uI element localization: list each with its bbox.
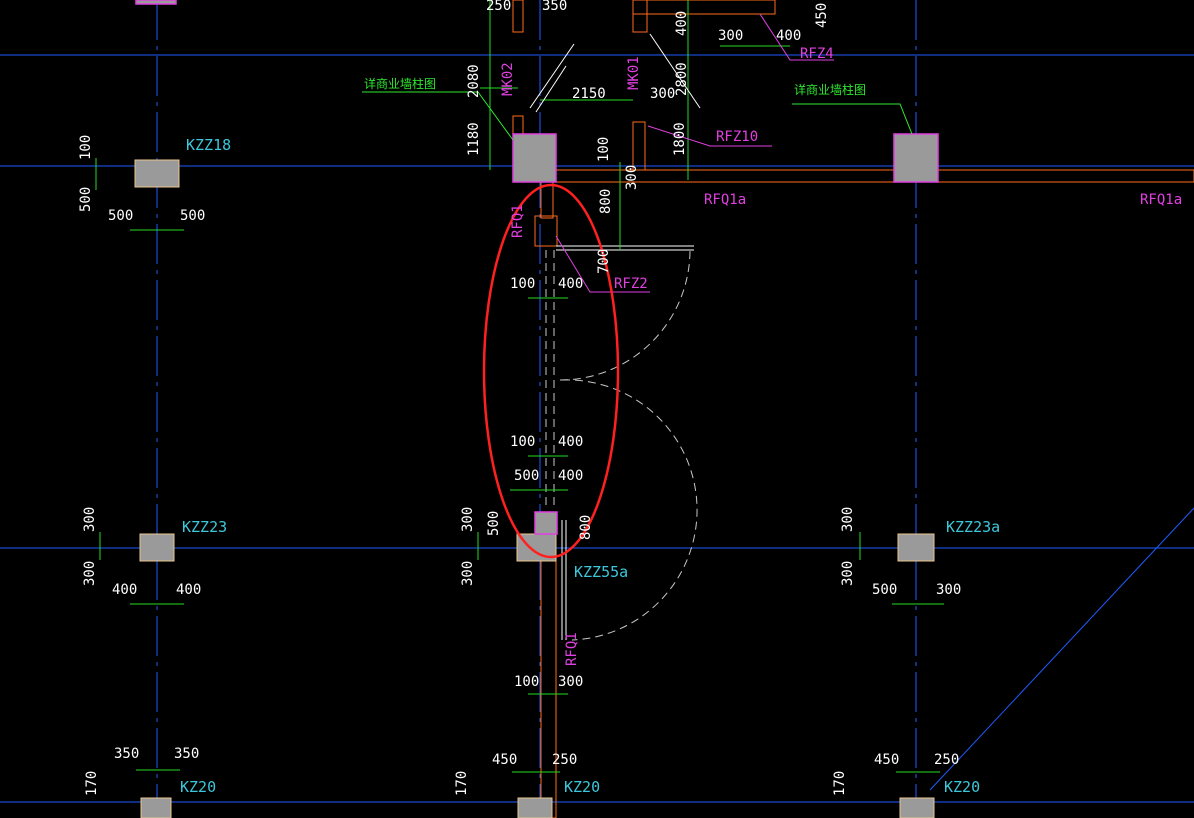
dim-text-350-top: 350 xyxy=(542,0,567,14)
walls xyxy=(512,0,1194,818)
dim-text-100-upper: 100 xyxy=(510,276,535,292)
dim-text-300-kzz23a-bottom: 300 xyxy=(840,561,856,586)
axis-grid xyxy=(0,0,1194,818)
dim-text-300-vert: 300 xyxy=(624,165,640,190)
axis-line-diagonal xyxy=(929,507,1194,791)
column-kz20-right xyxy=(899,797,935,818)
column-kz20-left xyxy=(140,797,172,818)
label-rfq1-upper: RFQ1 xyxy=(510,204,526,238)
dim-text-300-kzz55a-bottom: 300 xyxy=(460,561,476,586)
dim-text-700: 700 xyxy=(596,249,612,274)
dim-text-2800: 2800 xyxy=(674,62,690,96)
dim-text-1800: 1800 xyxy=(672,122,688,156)
cad-drawing-canvas[interactable]: KZZ18 KZZ23 KZZ23a KZZ55a KZ20 KZ20 KZ20… xyxy=(0,0,1194,818)
dim-text-500-kzz23a: 500 xyxy=(872,582,897,598)
column-top-center xyxy=(512,133,557,183)
dim-text-300-kzz23a: 300 xyxy=(936,582,961,598)
break-line-1 xyxy=(529,43,575,109)
highlight-ellipse xyxy=(482,183,620,559)
wall-top-right xyxy=(632,0,776,15)
column-top-right xyxy=(893,133,939,183)
dim-text-2080: 2080 xyxy=(466,64,482,98)
dim-text-500-kzz18-left: 500 xyxy=(108,208,133,224)
label-rfq1a-center: RFQ1a xyxy=(704,192,746,208)
dim-text-300-lower: 300 xyxy=(558,674,583,690)
label-mk01: MK01 xyxy=(626,56,642,90)
door-arc-lower xyxy=(561,379,698,641)
dim-text-500-mid: 500 xyxy=(514,468,539,484)
notes: 详商业墙柱图 详商业墙柱图 xyxy=(364,76,866,97)
dim-text-300-top: 300 xyxy=(718,28,743,44)
door-arc-upper xyxy=(559,249,691,381)
column-kzz23 xyxy=(139,533,175,562)
column-kzz18 xyxy=(134,159,180,188)
column-kz20-center xyxy=(517,797,553,818)
dim-text-1180: 1180 xyxy=(466,122,482,156)
column-labels: KZZ18 KZZ23 KZZ23a KZZ55a KZ20 KZ20 KZ20 xyxy=(180,136,1000,796)
label-kzz55a: KZZ55a xyxy=(574,563,628,581)
dim-text-2150: 2150 xyxy=(572,86,606,102)
wall-top-left-stub xyxy=(512,0,524,33)
dim-text-300-kzz23-top: 300 xyxy=(82,507,98,532)
dim-text-400-top: 400 xyxy=(776,28,801,44)
wall-rfq1a-horizontal xyxy=(555,169,1194,183)
wall-rfz10-stub xyxy=(632,121,646,171)
dim-text-400-kzz23-right: 400 xyxy=(176,582,201,598)
label-rfq1a-right: RFQ1a xyxy=(1140,192,1182,208)
dim-text-250-kz20-right: 250 xyxy=(934,752,959,768)
label-kzz23: KZZ23 xyxy=(182,518,227,536)
dim-text-100-right: 100 xyxy=(596,137,612,162)
dim-text-250-top: 250 xyxy=(486,0,511,14)
dim-text-500-vert-center: 500 xyxy=(486,511,502,536)
dim-text-100-kzz18: 100 xyxy=(78,135,94,160)
dim-text-300-mid: 300 xyxy=(650,86,675,102)
columns xyxy=(134,0,939,818)
label-kz20-center: KZ20 xyxy=(564,778,600,796)
dim-text-800-lower: 800 xyxy=(578,515,594,540)
wall-rfq1-vertical xyxy=(540,555,557,818)
label-rfz10: RFZ10 xyxy=(716,129,758,145)
label-mk02: MK02 xyxy=(500,62,516,96)
dim-text-800: 800 xyxy=(598,189,614,214)
dim-text-450-kz20-center: 450 xyxy=(492,752,517,768)
column-kzz23a xyxy=(897,533,935,562)
dim-text-100-lower: 100 xyxy=(514,674,539,690)
column-top-left-partial xyxy=(135,0,177,5)
dim-text-170-left: 170 xyxy=(84,771,100,796)
label-kz20-right: KZ20 xyxy=(944,778,980,796)
column-small-center xyxy=(534,511,558,535)
dim-text-450-top: 450 xyxy=(814,3,830,28)
label-rfz4: RFZ4 xyxy=(800,46,834,62)
dim-text-300-kzz23-bottom: 300 xyxy=(82,561,98,586)
label-kzz23a: KZZ23a xyxy=(946,518,1000,536)
label-rfz2: RFZ2 xyxy=(614,276,648,292)
dim-text-400-upper: 400 xyxy=(558,276,583,292)
dimension-texts: 250 350 400 300 400 450 2080 2150 300 28… xyxy=(78,0,961,796)
column-rfz2 xyxy=(534,215,558,247)
dim-text-400-kzz23-left: 400 xyxy=(112,582,137,598)
dim-text-400-mid2: 400 xyxy=(558,468,583,484)
dim-text-500-kzz18-vert: 500 xyxy=(78,187,94,212)
dim-text-500-kzz18-right: 500 xyxy=(180,208,205,224)
dim-text-250-kz20-center: 250 xyxy=(552,752,577,768)
dim-text-170-right: 170 xyxy=(832,771,848,796)
dim-text-400-mid: 400 xyxy=(558,434,583,450)
label-kzz18: KZZ18 xyxy=(186,136,231,154)
wall-mk02-stub xyxy=(512,115,524,137)
dim-text-450-kz20-right: 450 xyxy=(874,752,899,768)
dim-text-170-center: 170 xyxy=(454,771,470,796)
leader-detail-right xyxy=(792,103,913,135)
dim-text-300-kzz55a-top: 300 xyxy=(460,507,476,532)
label-rfq1-lower: RFQ1 xyxy=(564,632,580,666)
dim-text-350-kz20-left: 350 xyxy=(114,746,139,762)
dim-text-400-vert-top: 400 xyxy=(674,11,690,36)
note-detail-right: 详商业墙柱图 xyxy=(794,82,866,97)
note-detail-left: 详商业墙柱图 xyxy=(364,76,436,91)
wall-top-right-stub xyxy=(632,0,648,33)
dim-text-100-mid: 100 xyxy=(510,434,535,450)
dim-text-350-kz20-right: 350 xyxy=(174,746,199,762)
label-kz20-left: KZ20 xyxy=(180,778,216,796)
dim-text-300-kzz23a-top: 300 xyxy=(840,507,856,532)
